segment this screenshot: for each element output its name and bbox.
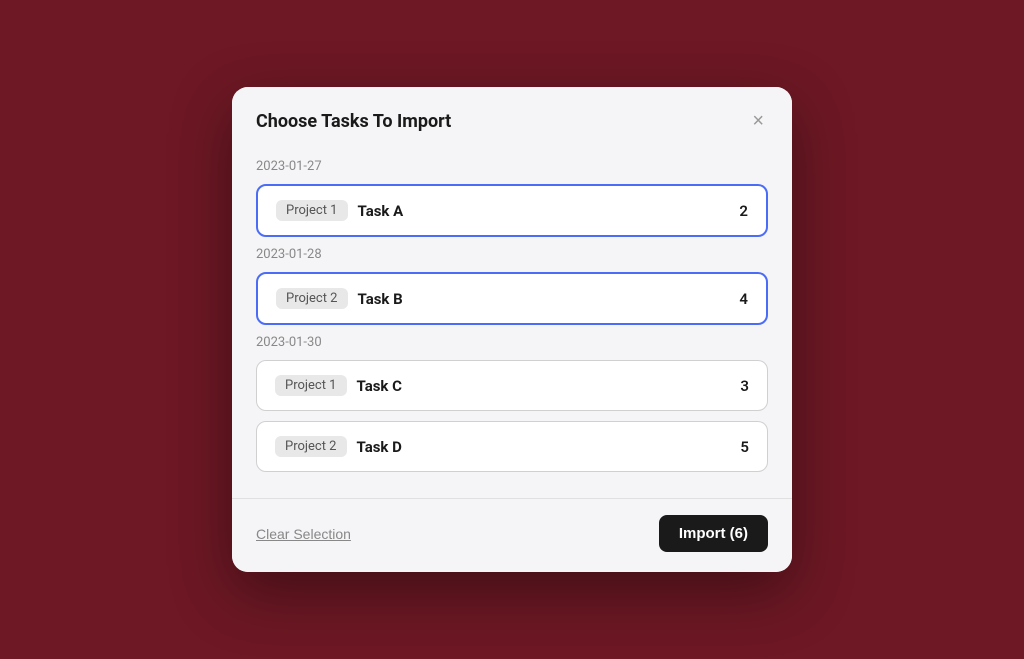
project-badge: Project 1 xyxy=(275,375,347,396)
task-item[interactable]: Project 2 Task D 5 xyxy=(256,421,768,472)
task-count: 4 xyxy=(739,290,748,308)
date-label-3: 2023-01-30 xyxy=(256,335,768,350)
task-name: Task B xyxy=(358,290,403,308)
task-left: Project 1 Task A xyxy=(276,200,403,221)
project-badge: Project 1 xyxy=(276,200,348,221)
task-count: 5 xyxy=(740,438,749,456)
task-count: 2 xyxy=(739,202,748,220)
date-group-2: 2023-01-28 Project 2 Task B 4 xyxy=(256,247,768,325)
task-item[interactable]: Project 1 Task C 3 xyxy=(256,360,768,411)
task-item[interactable]: Project 1 Task A 2 xyxy=(256,184,768,237)
clear-selection-button[interactable]: Clear Selection xyxy=(256,526,351,542)
modal-dialog: Choose Tasks To Import × 2023-01-27 Proj… xyxy=(232,87,792,572)
modal-header: Choose Tasks To Import × xyxy=(232,87,792,151)
task-left: Project 2 Task B xyxy=(276,288,403,309)
task-left: Project 2 Task D xyxy=(275,436,402,457)
modal-footer: Clear Selection Import (6) xyxy=(232,498,792,572)
modal-body: 2023-01-27 Project 1 Task A 2 2023-01-28… xyxy=(232,151,792,498)
date-group-3: 2023-01-30 Project 1 Task C 3 Project 2 … xyxy=(256,335,768,472)
modal-title: Choose Tasks To Import xyxy=(256,111,451,132)
task-count: 3 xyxy=(740,377,749,395)
task-name: Task D xyxy=(357,438,402,456)
close-button[interactable]: × xyxy=(748,107,768,135)
project-badge: Project 2 xyxy=(276,288,348,309)
task-left: Project 1 Task C xyxy=(275,375,402,396)
task-item[interactable]: Project 2 Task B 4 xyxy=(256,272,768,325)
task-name: Task C xyxy=(357,377,402,395)
date-group-1: 2023-01-27 Project 1 Task A 2 xyxy=(256,159,768,237)
date-label-1: 2023-01-27 xyxy=(256,159,768,174)
task-name: Task A xyxy=(358,202,404,220)
date-label-2: 2023-01-28 xyxy=(256,247,768,262)
project-badge: Project 2 xyxy=(275,436,347,457)
import-button[interactable]: Import (6) xyxy=(659,515,768,552)
modal-overlay: Choose Tasks To Import × 2023-01-27 Proj… xyxy=(0,0,1024,659)
